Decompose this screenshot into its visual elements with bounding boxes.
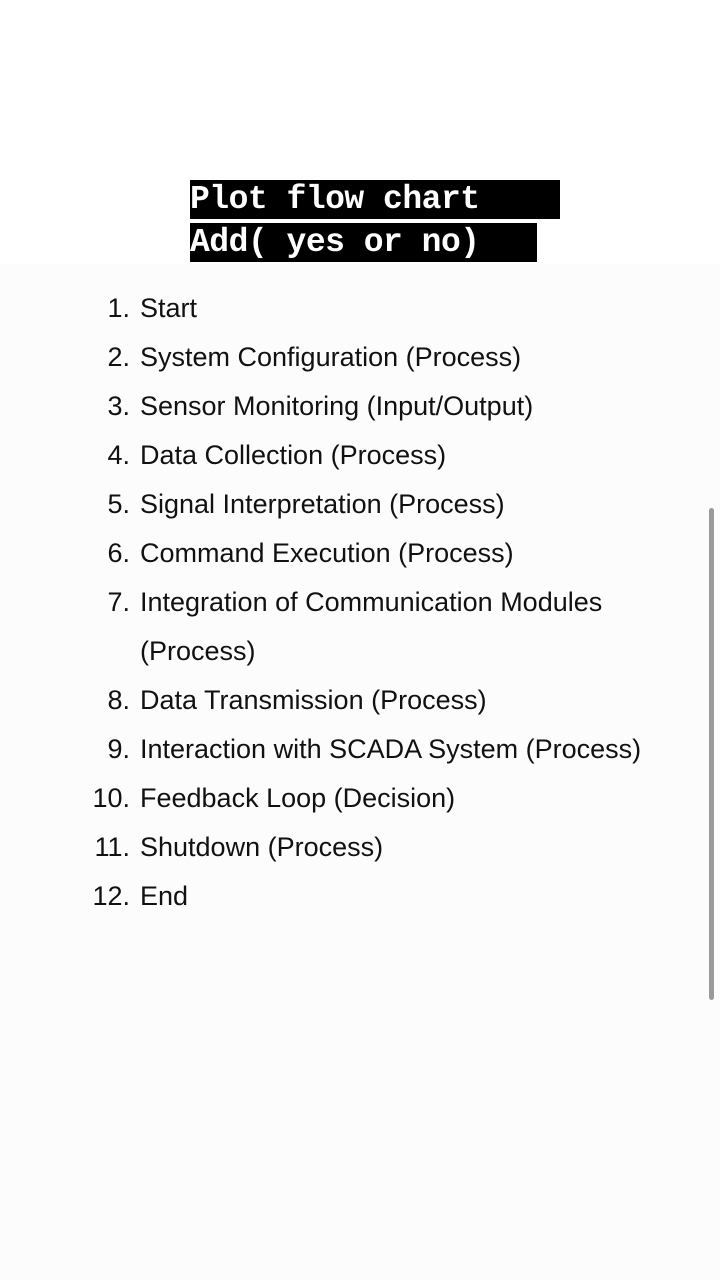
list-item: 12. End bbox=[0, 872, 700, 921]
list-item: 3. Sensor Monitoring (Input/Output) bbox=[0, 382, 700, 431]
list-item: 10. Feedback Loop (Decision) bbox=[0, 774, 700, 823]
step-number: 12. bbox=[92, 881, 130, 911]
step-text: System Configuration (Process) bbox=[140, 342, 522, 372]
step-text: Shutdown (Process) bbox=[140, 832, 384, 862]
list-item: 7. Integration of Communication Modules (… bbox=[0, 578, 700, 676]
step-number: 11. bbox=[94, 832, 130, 862]
caption-overlay: Plot flow chart Add( yes or no) bbox=[190, 180, 560, 262]
list-item: 9. Interaction with SCADA System (Process… bbox=[0, 725, 700, 774]
step-number: 1. bbox=[107, 293, 130, 323]
list-item: 2. System Configuration (Process) bbox=[0, 333, 700, 382]
step-number: 8. bbox=[107, 685, 130, 715]
step-number: 10. bbox=[92, 783, 130, 813]
step-number: 2. bbox=[107, 342, 130, 372]
step-text: End bbox=[140, 881, 189, 911]
step-number: 4. bbox=[107, 440, 130, 470]
step-number: 9. bbox=[107, 734, 130, 764]
step-text: Command Execution (Process) bbox=[140, 538, 514, 568]
caption-line-1: Plot flow chart bbox=[190, 180, 560, 219]
vertical-scrollbar[interactable] bbox=[709, 508, 714, 1000]
list-item: 1. Start bbox=[0, 284, 700, 333]
step-text: Signal Interpretation (Process) bbox=[140, 489, 505, 519]
list-item: 5. Signal Interpretation (Process) bbox=[0, 480, 700, 529]
list-item: 8. Data Transmission (Process) bbox=[0, 676, 700, 725]
step-number: 7. bbox=[107, 587, 130, 617]
step-text: Feedback Loop (Decision) bbox=[140, 783, 456, 813]
step-text: Interaction with SCADA System (Process) bbox=[140, 734, 642, 764]
step-number: 3. bbox=[107, 391, 130, 421]
list-item: 11. Shutdown (Process) bbox=[0, 823, 700, 872]
step-number: 5. bbox=[107, 489, 130, 519]
list-item: 4. Data Collection (Process) bbox=[0, 431, 700, 480]
step-text: Integration of Communication Modules (Pr… bbox=[140, 587, 603, 666]
step-text: Data Collection (Process) bbox=[140, 440, 447, 470]
step-text: Sensor Monitoring (Input/Output) bbox=[140, 391, 534, 421]
flow-steps-list: 1. Start 2. System Configuration (Process)… bbox=[0, 284, 700, 921]
step-text: Data Transmission (Process) bbox=[140, 685, 487, 715]
step-text: Start bbox=[140, 293, 198, 323]
list-item: 6. Command Execution (Process) bbox=[0, 529, 700, 578]
step-number: 6. bbox=[107, 538, 130, 568]
caption-line-2: Add( yes or no) bbox=[190, 223, 537, 262]
